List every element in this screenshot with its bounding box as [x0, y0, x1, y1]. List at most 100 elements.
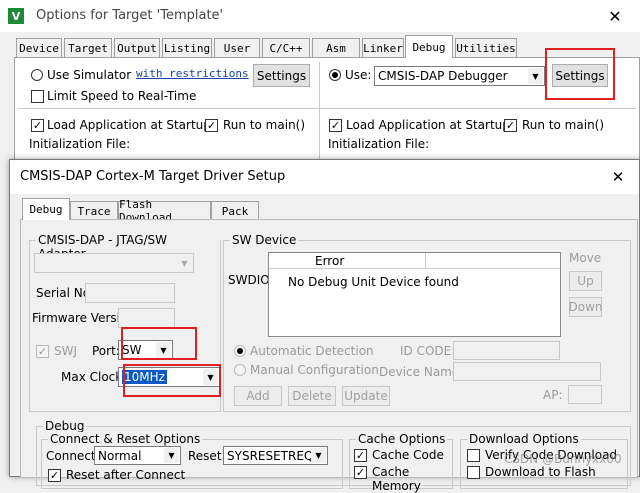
- tab-asm[interactable]: Asm: [312, 38, 360, 57]
- adapter-select[interactable]: ▼: [34, 253, 194, 273]
- debugger-select-value: CMSIS-DAP Debugger: [378, 69, 508, 83]
- reset-after-connect-checkbox[interactable]: ✓: [48, 469, 61, 482]
- max-clock-label: Max Clock:: [61, 370, 127, 384]
- tab-listing[interactable]: Listing: [162, 38, 212, 57]
- tab-device[interactable]: Device: [16, 38, 62, 57]
- left-run-main-label: Run to main(): [223, 118, 306, 132]
- column-divider: [425, 253, 426, 269]
- dialog-tab-trace[interactable]: Trace: [70, 201, 118, 220]
- use-debugger-radio[interactable]: [329, 69, 341, 81]
- reset-label: Reset:: [188, 449, 226, 463]
- debugger-select[interactable]: CMSIS-DAP Debugger ▼: [374, 66, 545, 86]
- options-titlebar: V Options for Target 'Template' ✕: [0, 0, 640, 32]
- manual-config-radio[interactable]: [234, 364, 246, 376]
- cache-code-label: Cache Code: [372, 448, 444, 462]
- cache-memory-label: Cache Memory: [372, 465, 421, 493]
- left-run-main-checkbox[interactable]: ✓: [205, 119, 218, 132]
- swdio-label: SWDIO: [228, 273, 270, 287]
- dialog-title: CMSIS-DAP Cortex-M Target Driver Setup: [20, 169, 286, 184]
- reset-after-connect-label: Reset after Connect: [66, 468, 186, 482]
- options-title: Options for Target 'Template': [36, 8, 224, 23]
- watermark: CSDN @Bunnyxx00: [504, 452, 622, 466]
- adapter-chevron-icon: ▼: [177, 255, 192, 271]
- connect-reset-group: Connect & Reset Options Connect: Normal …: [41, 432, 343, 489]
- simulator-settings-button[interactable]: Settings: [253, 64, 310, 87]
- move-label: Move: [569, 251, 602, 265]
- dialog-tab-debug[interactable]: Debug: [22, 198, 70, 220]
- dialog-close-icon[interactable]: ✕: [606, 167, 630, 187]
- manual-config-label: Manual Configuration: [250, 363, 379, 377]
- cache-memory-checkbox[interactable]: ✓: [354, 466, 367, 479]
- ap-label: AP:: [543, 388, 563, 402]
- download-group-label: Download Options: [467, 432, 581, 446]
- add-button[interactable]: Add: [234, 386, 282, 406]
- close-icon[interactable]: ✕: [600, 6, 630, 26]
- dialog-tab-pack[interactable]: Pack: [211, 201, 259, 220]
- with-restrictions-link[interactable]: with restrictions: [136, 67, 249, 80]
- port-label: Port:: [92, 344, 120, 358]
- device-name-field[interactable]: [453, 362, 601, 381]
- cache-group: Cache Options ✓ Cache Code ✓ Cache Memor…: [349, 432, 453, 493]
- device-name-label: Device Name:: [379, 365, 464, 379]
- driver-setup-dialog: CMSIS-DAP Cortex-M Target Driver Setup ✕…: [9, 159, 640, 493]
- debug-group-label: Debug: [43, 419, 87, 433]
- left-load-app-label: Load Application at Startup: [47, 118, 211, 132]
- delete-button[interactable]: Delete: [288, 386, 336, 406]
- right-load-app-checkbox[interactable]: ✓: [329, 119, 342, 132]
- up-button[interactable]: Up: [569, 271, 602, 291]
- serial-field: [85, 283, 175, 303]
- reset-select[interactable]: SYSRESETREQ ▼: [223, 446, 328, 465]
- tab-utilities[interactable]: Utilities: [455, 38, 517, 57]
- sw-device-group: SW Device SWDIO Error No Debug Unit Devi…: [223, 233, 631, 412]
- ap-field[interactable]: [568, 385, 602, 404]
- limit-speed-label: Limit Speed to Real-Time: [47, 89, 197, 103]
- connect-select-value: Normal: [98, 448, 142, 463]
- right-init-file-label: Initialization File:: [328, 137, 430, 151]
- swj-label: SWJ: [54, 344, 78, 358]
- id-code-label: ID CODE:: [400, 344, 456, 358]
- device-table: Error No Debug Unit Device found: [268, 252, 561, 337]
- swj-checkbox[interactable]: ✓: [36, 345, 49, 358]
- connect-select[interactable]: Normal ▼: [94, 446, 181, 465]
- id-code-field[interactable]: [453, 341, 560, 360]
- connect-label: Connect:: [46, 449, 100, 463]
- limit-speed-checkbox[interactable]: [31, 90, 44, 103]
- reset-select-value: SYSRESETREQ: [227, 448, 314, 463]
- device-table-header: Error: [269, 253, 560, 269]
- left-init-file-label: Initialization File:: [29, 137, 131, 151]
- chevron-down-icon: ▼: [528, 68, 543, 84]
- tab-output[interactable]: Output: [114, 38, 160, 57]
- dialog-tab-flash-download[interactable]: Flash Download: [118, 198, 211, 224]
- download-flash-checkbox[interactable]: [467, 466, 480, 479]
- error-column-header: Error: [315, 254, 345, 268]
- tab-cpp[interactable]: C/C++: [262, 38, 310, 57]
- panel-hdivider: [18, 108, 636, 109]
- device-table-message: No Debug Unit Device found: [288, 275, 459, 289]
- settings-highlight: [545, 48, 615, 100]
- verify-code-checkbox[interactable]: [467, 449, 480, 462]
- keil-logo-icon: V: [8, 8, 24, 24]
- sw-device-group-label: SW Device: [230, 233, 299, 247]
- use-label: Use:: [345, 68, 372, 82]
- use-simulator-label: Use Simulator: [47, 68, 132, 82]
- firmware-field: [118, 308, 175, 328]
- tab-linker[interactable]: Linker: [362, 38, 404, 57]
- use-simulator-radio[interactable]: [31, 69, 43, 81]
- update-button[interactable]: Update: [342, 386, 390, 406]
- left-load-app-checkbox[interactable]: ✓: [31, 119, 44, 132]
- connect-reset-group-label: Connect & Reset Options: [48, 432, 203, 446]
- down-button[interactable]: Down: [569, 297, 603, 317]
- auto-detect-radio[interactable]: [234, 345, 246, 357]
- right-load-app-label: Load Application at Startup: [346, 118, 510, 132]
- reset-chevron-icon: ▼: [311, 448, 326, 463]
- right-run-main-checkbox[interactable]: ✓: [504, 119, 517, 132]
- tab-user[interactable]: User: [214, 38, 260, 57]
- dialog-tab-panel: CMSIS-DAP - JTAG/SW Adapter ▼ Serial No:…: [20, 219, 638, 493]
- cache-code-checkbox[interactable]: ✓: [354, 449, 367, 462]
- clock-highlight: [123, 364, 221, 397]
- tab-debug[interactable]: Debug: [405, 35, 453, 58]
- connect-chevron-icon: ▼: [164, 448, 179, 463]
- right-run-main-label: Run to main(): [522, 118, 605, 132]
- tab-target[interactable]: Target: [64, 38, 112, 57]
- cache-group-label: Cache Options: [356, 432, 448, 446]
